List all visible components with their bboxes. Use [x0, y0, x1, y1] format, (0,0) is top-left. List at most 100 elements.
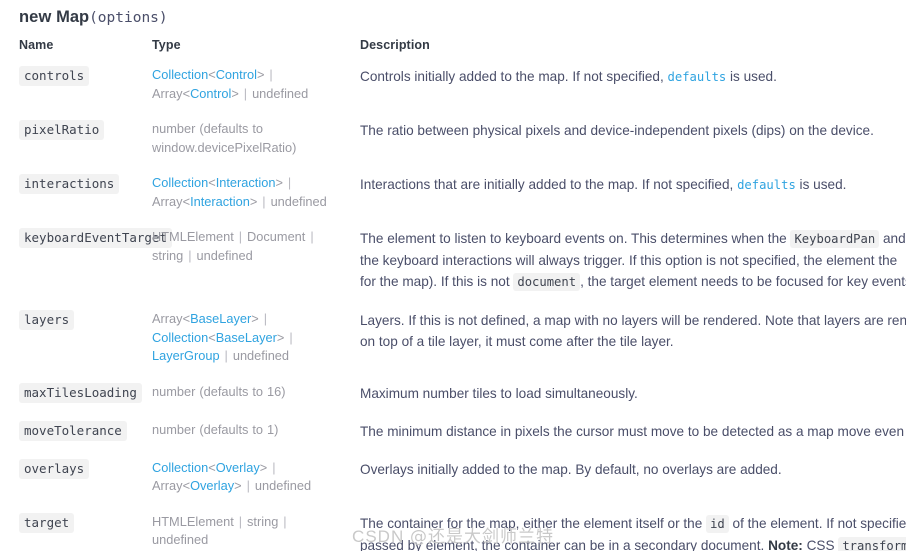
param-type-cell: Collection<Interaction> | Array<Interact… — [147, 174, 355, 228]
type-link[interactable]: Interaction — [190, 194, 250, 209]
param-type: HTMLElement | string | undefined — [152, 513, 347, 550]
description-line: Interactions that are initially added to… — [360, 174, 906, 196]
param-description: Controls initially added to the map. If … — [360, 66, 906, 88]
type-text: < — [208, 175, 216, 190]
param-name-cell: interactions — [0, 174, 147, 228]
type-text: Document — [247, 229, 306, 244]
type-link[interactable]: BaseLayer — [216, 330, 277, 345]
param-name-chip: controls — [19, 66, 90, 86]
table-body: controls Collection<Control> | Array<Cont… — [0, 66, 906, 551]
type-text: number (defaults to 16) — [152, 383, 286, 399]
param-description-cell: The element to listen to keyboard events… — [355, 228, 906, 310]
param-description: Overlays initially added to the map. By … — [360, 459, 906, 480]
description-line: The ratio between physical pixels and de… — [360, 120, 906, 141]
param-name-chip: keyboardEventTarget — [19, 228, 172, 248]
param-type-cell: Array<BaseLayer> | Collection<BaseLayer>… — [147, 310, 355, 383]
type-text: undefined — [196, 247, 253, 263]
table-row: moveTolerance number (defaults to 1) The m… — [0, 420, 906, 459]
type-link[interactable]: Control — [190, 86, 231, 101]
type-text: number (defaults to 1) — [152, 421, 279, 437]
type-text: undefined — [270, 193, 327, 209]
param-name-cell: pixelRatio — [0, 120, 147, 174]
param-type: HTMLElement | Document | string | undefi… — [152, 228, 347, 265]
type-link[interactable]: Collection — [152, 330, 208, 345]
type-link[interactable]: Control — [216, 67, 257, 82]
description-text: Controls initially added to the map. If … — [360, 69, 668, 84]
description-emphasis: Note: — [768, 537, 803, 551]
description-line: for the map). If this is not document, t… — [360, 271, 906, 293]
page-title: new Map(options) — [19, 6, 168, 29]
table-row: pixelRatio number (defaults to window.dev… — [0, 120, 906, 174]
description-text: The minimum distance in pixels the curso… — [360, 423, 905, 439]
type-separator: | — [239, 85, 252, 101]
param-type-cell: Collection<Overlay> | Array<Overlay> | u… — [147, 459, 355, 513]
description-text: passed by element, the container can be … — [360, 537, 769, 551]
description-line: The container for the map, either the el… — [360, 513, 906, 535]
description-text: The element to listen to keyboard events… — [360, 231, 791, 246]
param-name-cell: target — [0, 512, 147, 551]
inline-code-link[interactable]: defaults — [668, 70, 727, 84]
type-separator: | — [268, 459, 276, 475]
table-header: Name Type Description — [0, 38, 906, 66]
type-text: Array< — [152, 85, 191, 101]
param-name-chip: overlays — [19, 458, 90, 479]
type-link[interactable]: Collection — [152, 460, 208, 475]
type-separator: | — [184, 247, 196, 263]
param-description: The ratio between physical pixels and de… — [360, 120, 906, 141]
description-line: The element to listen to keyboard events… — [360, 228, 906, 250]
type-separator: | — [283, 175, 292, 190]
param-type: Collection<Interaction> | Array<Interact… — [152, 174, 347, 211]
description-line: Layers. If this is not defined, a map wi… — [360, 310, 906, 331]
table-header-row: Name Type Description — [0, 38, 906, 66]
type-separator: | — [285, 329, 293, 345]
param-type-cell: number (defaults to 1) — [147, 421, 355, 459]
param-name-cell: keyboardEventTarget — [0, 228, 172, 310]
type-text: Array< — [152, 478, 191, 493]
type-separator: | — [242, 478, 254, 493]
param-description: Maximum number tiles to load simultaneou… — [360, 383, 906, 404]
table-row: maxTilesLoading number (defaults to 16) Ma… — [0, 382, 906, 421]
type-link[interactable]: Collection — [152, 175, 208, 190]
param-description-cell: Layers. If this is not defined, a map wi… — [355, 310, 906, 383]
inline-code-link[interactable]: defaults — [737, 178, 796, 192]
title-keyword: new — [19, 8, 57, 26]
description-text: and — [879, 231, 906, 246]
param-name-chip: pixelRatio — [19, 120, 105, 140]
type-separator: | — [265, 67, 273, 82]
type-text: > — [275, 175, 283, 190]
param-type-cell: Collection<Control> | Array<Control> | u… — [147, 66, 355, 120]
type-link[interactable]: Interaction — [216, 175, 276, 190]
description-line: on top of a tile layer, it must come aft… — [360, 331, 906, 352]
description-line: passed by element, the container can be … — [360, 535, 906, 551]
param-name-chip: layers — [19, 310, 75, 330]
table-row: overlays Collection<Overlay> | Array<Over… — [0, 458, 906, 513]
type-separator: | — [220, 348, 232, 363]
type-text: HTMLElement — [152, 229, 234, 244]
title-class-name: Map — [56, 8, 90, 26]
table-row: controls Collection<Control> | Array<Cont… — [0, 66, 906, 120]
type-separator: | — [258, 193, 270, 209]
inline-code: id — [706, 514, 729, 533]
type-link[interactable]: BaseLayer — [190, 311, 251, 326]
type-link[interactable]: Collection — [152, 67, 208, 82]
param-description: The element to listen to keyboard events… — [360, 228, 906, 293]
description-text: the keyboard interactions will always tr… — [360, 253, 898, 268]
param-description-cell: Maximum number tiles to load simultaneou… — [355, 383, 906, 421]
param-description-cell: Controls initially added to the map. If … — [355, 66, 906, 120]
inline-code: document — [513, 273, 581, 291]
column-header-description: Description — [360, 38, 430, 52]
type-text: Array< — [152, 311, 191, 326]
param-type: number (defaults to window.devicePixelRa… — [152, 120, 347, 157]
type-link[interactable]: Overlay — [190, 478, 234, 493]
param-type: number (defaults to 1) — [152, 421, 347, 440]
description-text: , the target element needs to be focused… — [580, 274, 906, 289]
description-line: Controls initially added to the map. If … — [360, 66, 906, 88]
description-line: Overlays initially added to the map. By … — [360, 459, 906, 480]
param-type: Collection<Overlay> | Array<Overlay> | u… — [152, 459, 347, 496]
column-header-type: Type — [152, 38, 181, 52]
type-text: undefined — [232, 348, 290, 363]
type-link[interactable]: Overlay — [216, 460, 260, 475]
title-arguments: (options) — [89, 10, 168, 26]
type-link[interactable]: LayerGroup — [152, 348, 220, 363]
type-text: > — [231, 85, 239, 101]
